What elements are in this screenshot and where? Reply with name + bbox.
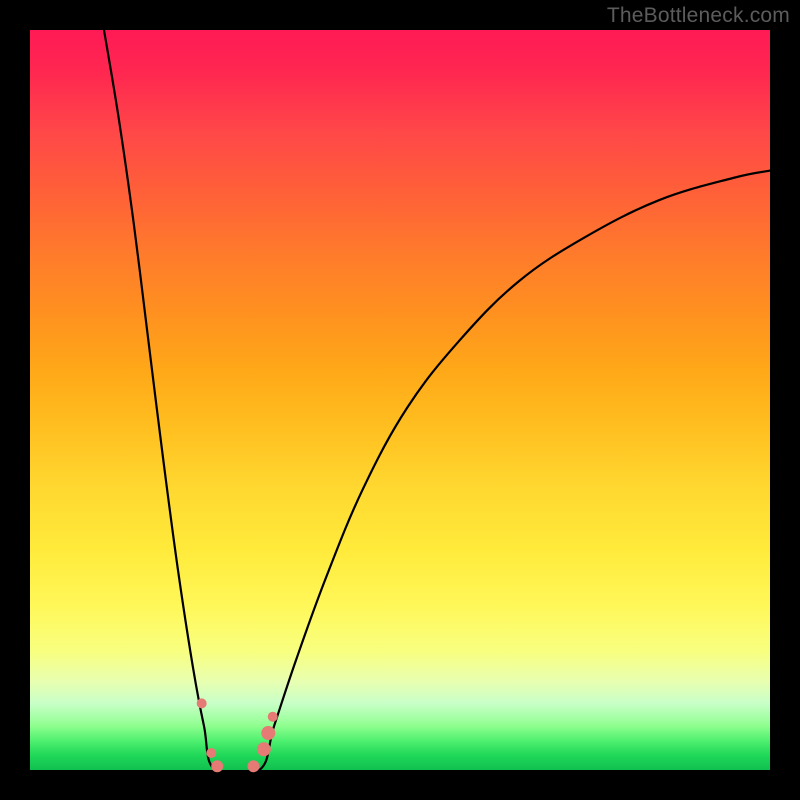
highlight-marker bbox=[268, 712, 278, 722]
bottleneck-curve bbox=[104, 30, 770, 776]
highlight-marker bbox=[211, 760, 223, 772]
chart-frame: TheBottleneck.com bbox=[0, 0, 800, 800]
plot-area bbox=[30, 30, 770, 770]
highlight-marker bbox=[261, 726, 275, 740]
curve-svg bbox=[30, 30, 770, 770]
highlight-marker bbox=[206, 748, 216, 758]
highlight-marker bbox=[257, 742, 271, 756]
highlight-marker bbox=[247, 760, 259, 772]
watermark-text: TheBottleneck.com bbox=[607, 4, 790, 28]
highlight-marker bbox=[197, 698, 207, 708]
